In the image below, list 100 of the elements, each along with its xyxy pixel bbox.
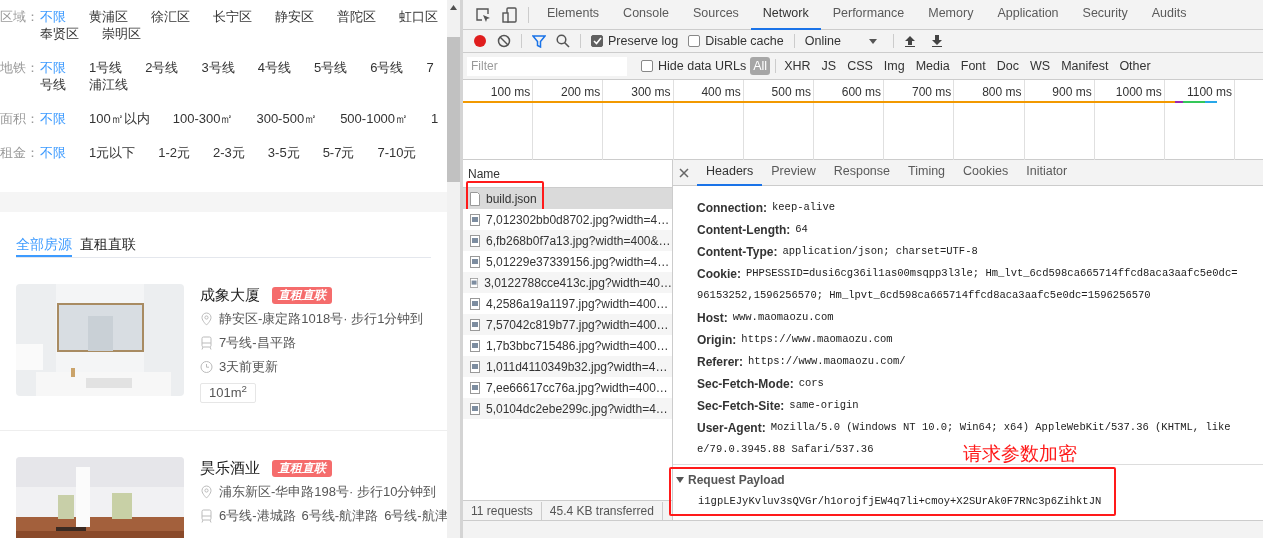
header-value: e/79.0.3945.88 Safari/537.36: [697, 442, 874, 458]
filter-option[interactable]: 长宁区: [213, 8, 252, 25]
location-pin-icon: [200, 485, 213, 499]
timeline-tick: 300 ms: [631, 85, 671, 101]
type-filter-button[interactable]: Img: [880, 57, 908, 75]
listing-title[interactable]: 昊乐酒业: [200, 458, 260, 478]
filter-option[interactable]: 3号线: [201, 59, 235, 76]
filter-option[interactable]: 奉贤区: [40, 25, 79, 42]
filter-option[interactable]: 100-300㎡: [172, 110, 234, 127]
panel-tab[interactable]: Application: [985, 0, 1071, 30]
filter-field[interactable]: Filter: [467, 56, 627, 76]
filter-option[interactable]: 浦江线: [89, 76, 128, 93]
checkmark-icon: [592, 37, 602, 45]
filter-option[interactable]: 100㎡以内: [89, 110, 150, 127]
request-row[interactable]: 3,0122788cce413c.jpg?width=40…: [463, 272, 672, 293]
detail-tab[interactable]: Response: [824, 159, 899, 186]
header-value: 96153252,1596256570; Hm_lpvt_6cd598ca665714ffcd8aca3aafc5e0dc=1596256570: [697, 288, 1151, 304]
panel-tab[interactable]: Performance: [820, 0, 917, 30]
listing-tab[interactable]: 直租直联: [80, 234, 136, 257]
request-row[interactable]: 7,57042c819b77.jpg?width=400…: [463, 314, 672, 335]
panel-tab[interactable]: Memory: [916, 0, 986, 30]
record-button[interactable]: [473, 34, 487, 48]
filter-icon[interactable]: [532, 34, 546, 48]
type-filter-button[interactable]: Other: [1116, 57, 1154, 75]
detail-tab[interactable]: Cookies: [954, 159, 1018, 186]
type-filter-button[interactable]: Doc: [993, 57, 1022, 75]
request-row[interactable]: 6,fb268b0f7a13.jpg?width=400&…: [463, 230, 672, 251]
download-icon[interactable]: [930, 35, 943, 47]
filter-option[interactable]: 1元以下: [89, 144, 136, 161]
section-header[interactable]: Request Payload: [676, 470, 1263, 490]
filter-option[interactable]: 普陀区: [337, 8, 376, 25]
request-row[interactable]: 5,0104dc2ebe299c.jpg?width=4…: [463, 398, 672, 419]
scrollbar[interactable]: [447, 0, 460, 538]
status-text: 45.4 KB transferred: [541, 501, 663, 520]
filter-option[interactable]: 1号线: [89, 59, 123, 76]
type-filter-button[interactable]: Manifest: [1058, 57, 1112, 75]
panel-tab[interactable]: Audits: [1139, 0, 1199, 30]
filter-option[interactable]: 虹口区: [399, 8, 438, 25]
tag-badge: 直租直联: [272, 459, 332, 477]
throttling-select[interactable]: Online: [804, 31, 877, 51]
listing-info: 6号线-港城路: [219, 507, 296, 526]
search-icon[interactable]: [556, 34, 570, 48]
type-filter-button[interactable]: WS: [1027, 57, 1054, 75]
device-icon[interactable]: [502, 6, 518, 23]
detail-tab[interactable]: Headers: [697, 159, 763, 186]
type-filter-button[interactable]: JS: [818, 57, 840, 75]
filter-option[interactable]: 2-3元: [213, 144, 245, 161]
column-header: Name: [468, 165, 500, 183]
filter-option[interactable]: 7: [426, 59, 434, 76]
filter-option[interactable]: 4号线: [257, 59, 291, 76]
listing-info: 静安区-康定路1018号· 步行1分钟到: [219, 310, 424, 329]
detail-tab[interactable]: Initiator: [1017, 159, 1077, 186]
annotation-text: 请求参数加密: [963, 442, 1077, 466]
timeline-tick: 600 ms: [841, 85, 882, 101]
header-value: cors: [798, 376, 824, 392]
checkbox[interactable]: [591, 35, 603, 47]
listing-title[interactable]: 成象大厦: [200, 285, 260, 305]
panel-tab[interactable]: Console: [611, 0, 681, 30]
detail-tab[interactable]: Timing: [899, 159, 955, 186]
upload-icon[interactable]: [903, 35, 916, 47]
type-filter-button[interactable]: CSS: [844, 57, 876, 75]
filter-option[interactable]: 500-1000㎡: [340, 110, 409, 127]
header-value: https://www.maomaozu.com/: [748, 354, 906, 370]
filter-option[interactable]: 3-5元: [267, 144, 300, 161]
filter-option[interactable]: 号线: [40, 76, 66, 93]
image-icon: [470, 380, 480, 395]
image-icon: [470, 275, 479, 290]
panel-tab[interactable]: Elements: [535, 0, 612, 30]
inspect-icon[interactable]: [475, 6, 491, 23]
filter-option[interactable]: 5-7元: [322, 144, 355, 161]
type-filter-button[interactable]: XHR: [781, 57, 814, 75]
checkbox[interactable]: [641, 60, 653, 72]
filter-option[interactable]: 300-500㎡: [256, 110, 318, 127]
filter-option[interactable]: 2号线: [145, 59, 179, 76]
filter-option[interactable]: 5号线: [313, 59, 348, 76]
filter-option[interactable]: 黄浦区: [89, 8, 128, 25]
filter-option[interactable]: 6号线: [370, 59, 404, 76]
filter-label: 区域：: [0, 8, 40, 26]
type-filter-button[interactable]: Media: [912, 57, 953, 75]
type-filter-button[interactable]: Font: [957, 57, 989, 75]
clear-icon[interactable]: [497, 34, 511, 48]
filter-option[interactable]: 7-10元: [377, 144, 417, 161]
checkbox-label: Preserve log: [608, 32, 679, 50]
timeline-tick: 200 ms: [561, 85, 601, 101]
image-icon: [470, 338, 480, 353]
checkbox[interactable]: [688, 35, 701, 47]
scroll-up-icon: [450, 5, 457, 10]
detail-tab[interactable]: Preview: [762, 159, 825, 186]
panel-tab[interactable]: Security: [1070, 0, 1140, 30]
tag-badge: 直租直联: [272, 286, 332, 304]
filter-option[interactable]: 1-2元: [158, 144, 191, 161]
filter-option[interactable]: 1: [431, 110, 439, 127]
filter-option[interactable]: 静安区: [275, 8, 314, 25]
filter-option[interactable]: 崇明区: [102, 25, 141, 42]
close-icon[interactable]: [679, 167, 689, 178]
panel-tab[interactable]: Sources: [681, 0, 751, 30]
header-name: Referer:: [697, 354, 744, 371]
request-row[interactable]: build.json: [463, 188, 672, 209]
filter-option[interactable]: 徐汇区: [151, 8, 190, 25]
request-row[interactable]: 1,011d4110349b32.jpg?width=4…: [463, 356, 672, 377]
